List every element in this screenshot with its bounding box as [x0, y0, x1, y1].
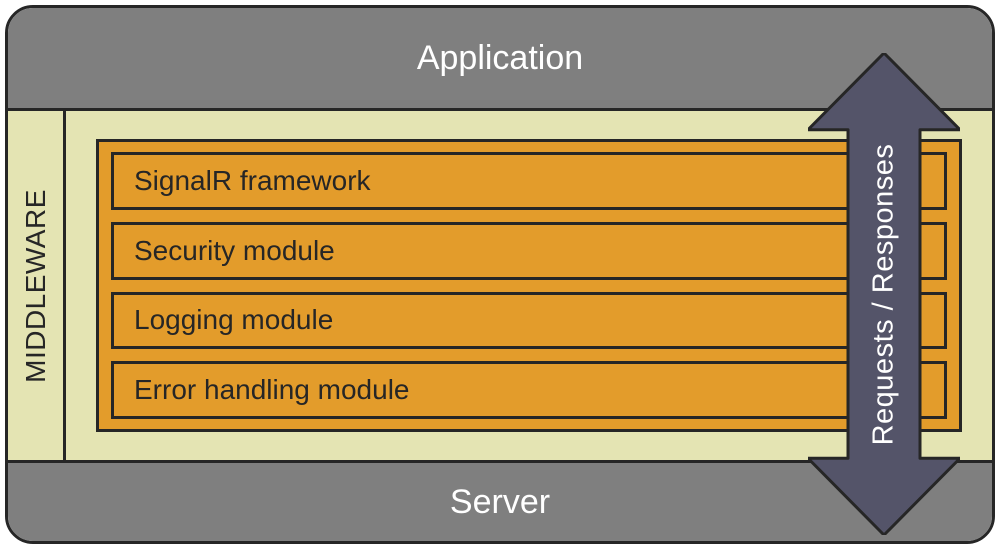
- module-label: Logging module: [134, 304, 333, 336]
- middleware-text: MIDDLEWARE: [20, 189, 52, 383]
- module-label: Error handling module: [134, 374, 410, 406]
- module-label: Security module: [134, 235, 335, 267]
- middleware-stack: SignalR framework Security module Loggin…: [96, 139, 962, 432]
- module-signalr: SignalR framework: [111, 152, 947, 210]
- application-layer: Application: [8, 8, 992, 111]
- middleware-side-label: MIDDLEWARE: [8, 111, 66, 460]
- module-security: Security module: [111, 222, 947, 280]
- module-label: SignalR framework: [134, 165, 371, 197]
- diagram-frame: Application MIDDLEWARE SignalR framework…: [5, 5, 995, 544]
- middleware-body: SignalR framework Security module Loggin…: [66, 111, 992, 460]
- middleware-layer: MIDDLEWARE SignalR framework Security mo…: [8, 111, 992, 460]
- server-label: Server: [450, 483, 550, 522]
- module-logging: Logging module: [111, 292, 947, 350]
- module-error-handling: Error handling module: [111, 361, 947, 419]
- application-label: Application: [417, 39, 583, 78]
- server-layer: Server: [8, 460, 992, 541]
